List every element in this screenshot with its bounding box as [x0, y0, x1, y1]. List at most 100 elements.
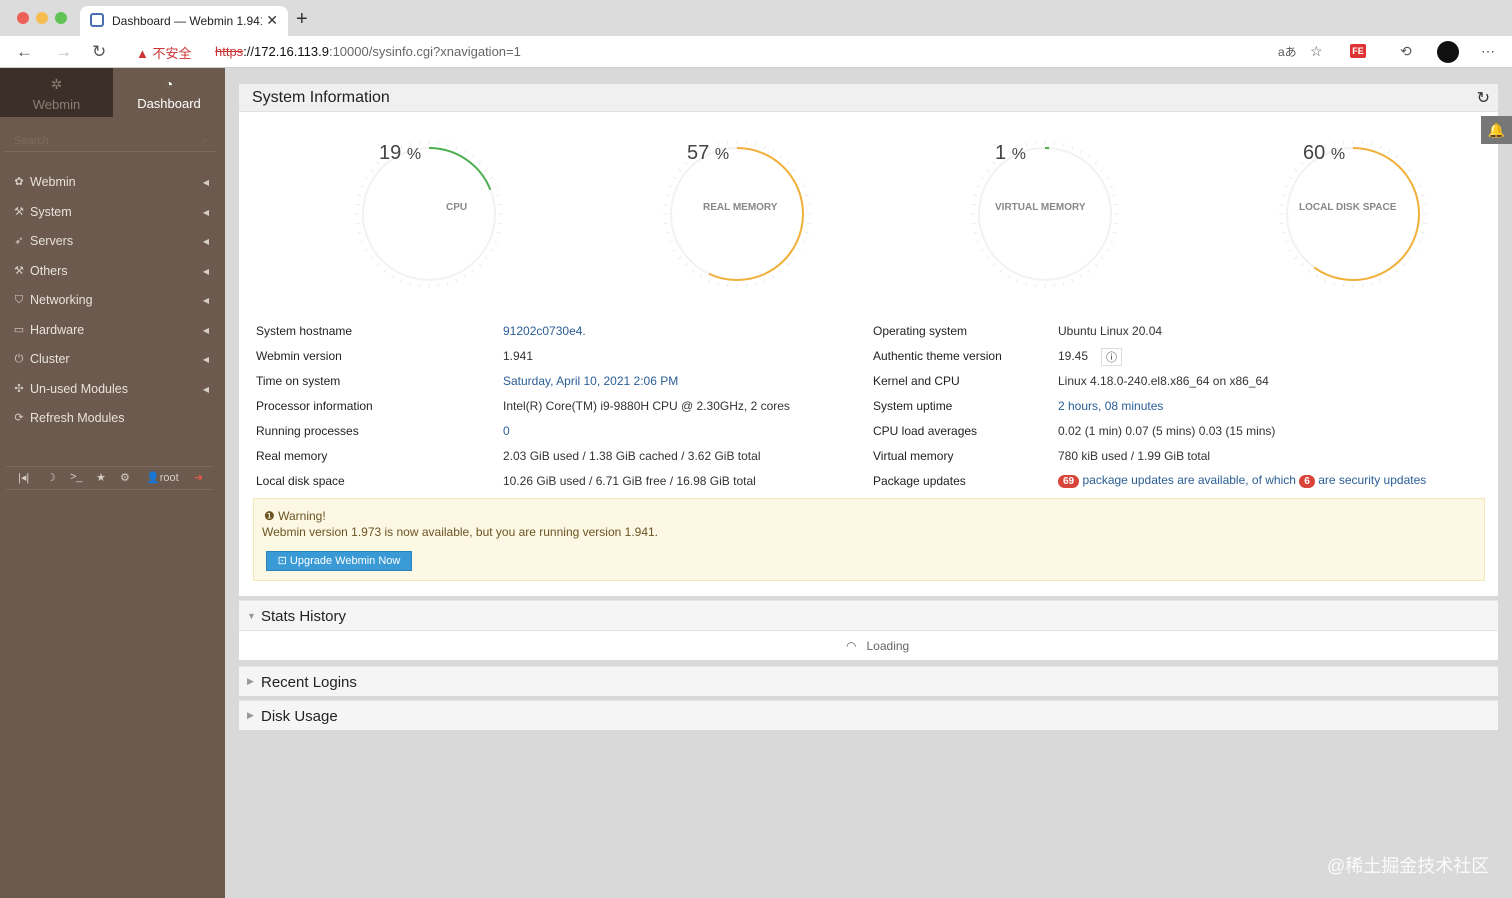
- notification-bell-icon[interactable]: 🔔: [1481, 116, 1512, 144]
- extension-icon[interactable]: FE: [1350, 44, 1366, 58]
- favorites-star-icon[interactable]: ★: [96, 471, 106, 484]
- refresh-icon[interactable]: ↻: [1477, 88, 1490, 108]
- tab-webmin[interactable]: ✲ Webmin: [0, 68, 113, 117]
- sidebar-item-cluster[interactable]: ⏻ Cluster ◀: [0, 345, 225, 374]
- history-icon[interactable]: ⟲: [1400, 43, 1412, 60]
- gauge-tick: [1288, 248, 1293, 252]
- gauge-tick: [493, 185, 498, 188]
- minimize-window-button[interactable]: [36, 12, 48, 24]
- gauge-tick: [1279, 203, 1284, 206]
- info-value-uptime[interactable]: 2 hours, 08 minutes: [1058, 399, 1163, 413]
- gauge-tick: [1071, 278, 1074, 283]
- info-value-kernel: Linux 4.18.0-240.el8.x86_64 on x86_64: [1058, 374, 1269, 388]
- tab-title: Dashboard — Webmin 1.941 on: [112, 14, 262, 28]
- gauge-tick: [1417, 185, 1422, 188]
- info-value-processes[interactable]: 0: [503, 424, 510, 438]
- gauge-tick: [779, 269, 783, 274]
- gauge-tick: [1281, 194, 1286, 197]
- gauge-tick: [360, 185, 365, 188]
- gauge-tick: [786, 263, 790, 267]
- gauge-tick: [677, 256, 682, 260]
- puzzle-icon: ✣: [14, 383, 24, 395]
- section-stats-history[interactable]: ▼ Stats History: [239, 600, 1498, 630]
- user-name: root: [159, 472, 179, 484]
- theme-info-icon[interactable]: ⓘ: [1101, 348, 1122, 366]
- sidebar-item-servers[interactable]: ➶ Servers ◀: [0, 227, 225, 256]
- back-arrow-icon[interactable]: ←: [16, 42, 33, 62]
- forward-arrow-icon[interactable]: →: [55, 42, 72, 62]
- info-label-kernel: Kernel and CPU: [873, 374, 960, 388]
- new-tab-button[interactable]: +: [296, 8, 308, 31]
- refresh-icon: ⟳: [14, 412, 24, 424]
- info-label-time: Time on system: [256, 374, 341, 388]
- gauge-tick: [684, 263, 688, 267]
- collapse-sidebar-icon[interactable]: |◂|: [18, 471, 29, 484]
- profile-avatar[interactable]: [1437, 41, 1459, 63]
- upgrade-button-label: Upgrade Webmin Now: [289, 555, 401, 567]
- warning-text: Webmin version 1.973 is now available, b…: [262, 525, 659, 539]
- gauge-tick: [1413, 248, 1418, 252]
- gauge-tick: [357, 231, 362, 234]
- gauge-tick: [369, 256, 374, 260]
- upgrade-webmin-button[interactable]: ⊡ Upgrade Webmin Now: [266, 551, 412, 571]
- gauge-tick: [801, 240, 806, 243]
- favorite-star-icon[interactable]: ☆: [1310, 43, 1323, 60]
- insecure-warning[interactable]: ▲ 不安全: [136, 43, 192, 62]
- night-mode-icon[interactable]: ☽: [46, 471, 56, 484]
- close-window-button[interactable]: [17, 12, 29, 24]
- sidebar-item-webmin[interactable]: ✿ Webmin ◀: [0, 168, 225, 197]
- update-text-1: package updates are available, of which: [1082, 473, 1296, 487]
- shield-icon: ⛉: [14, 294, 24, 306]
- hammer-icon: ⚒: [14, 265, 24, 277]
- gauge-tick: [437, 140, 440, 145]
- tab-dashboard[interactable]: ◔ Dashboard: [113, 68, 225, 117]
- maximize-window-button[interactable]: [55, 12, 67, 24]
- terminal-icon[interactable]: >_: [70, 471, 83, 483]
- gauge-tick: [496, 231, 501, 234]
- gauge-tick: [985, 256, 990, 260]
- gauge-tick: [745, 283, 748, 288]
- gear-icon: ✿: [14, 176, 24, 188]
- sidebar-item-networking[interactable]: ⛉ Networking ◀: [0, 286, 225, 315]
- sidebar-item-refresh-modules[interactable]: ⟳ Refresh Modules: [0, 404, 225, 433]
- insecure-label: 不安全: [152, 46, 192, 61]
- section-title: Recent Logins: [261, 674, 357, 691]
- url-field[interactable]: https://172.16.113.9:10000/sysinfo.cgi?x…: [215, 44, 521, 59]
- user-menu[interactable]: 👤root: [146, 471, 179, 484]
- gauge-value-unit: %: [406, 146, 422, 163]
- gauge-tick: [672, 248, 677, 252]
- warning-title-text: Warning!: [278, 509, 326, 523]
- logout-icon[interactable]: ➜: [194, 471, 203, 484]
- gauge-tick: [1114, 222, 1119, 225]
- sidebar-item-hardware[interactable]: ▭ Hardware ◀: [0, 316, 225, 345]
- section-disk-usage[interactable]: ▶ Disk Usage: [239, 700, 1498, 730]
- close-tab-icon[interactable]: ✕: [266, 12, 278, 29]
- sidebar-item-unused-modules[interactable]: ✣ Un-used Modules ◀: [0, 375, 225, 404]
- search-input[interactable]: Search ⌕: [4, 130, 216, 152]
- settings-cogs-icon[interactable]: ⚙: [120, 471, 130, 484]
- sidebar-item-others[interactable]: ⚒ Others ◀: [0, 257, 225, 286]
- info-value-time[interactable]: Saturday, April 10, 2021 2:06 PM: [503, 374, 678, 388]
- gauge-tick: [1279, 222, 1284, 225]
- gauge-tick: [400, 278, 403, 283]
- gauge-tick: [1379, 145, 1382, 150]
- info-value-package-updates[interactable]: 69 package updates are available, of whi…: [1058, 473, 1426, 488]
- gauge-tick: [1293, 256, 1298, 260]
- gauge-local-disk-dial: [1279, 140, 1427, 288]
- url-host: ://172.16.113.9: [243, 44, 329, 59]
- sidebar-item-system[interactable]: ⚒ System ◀: [0, 198, 225, 227]
- gauge-tick: [1284, 185, 1289, 188]
- section-recent-logins[interactable]: ▶ Recent Logins: [239, 666, 1498, 696]
- gauge-tick: [771, 149, 775, 154]
- info-value-hostname[interactable]: 91202c0730e4.: [503, 324, 586, 338]
- browser-tab[interactable]: Dashboard — Webmin 1.941 on ✕: [80, 6, 288, 36]
- gauge-tick: [980, 176, 985, 180]
- gauge-tick: [973, 194, 978, 197]
- gauge-tick: [806, 203, 811, 206]
- info-label-disk-space: Local disk space: [256, 474, 345, 488]
- system-info-panel: System Information ↻ 19 % CPU 57 % REAL …: [239, 84, 1498, 596]
- more-menu-icon[interactable]: ⋯: [1481, 43, 1495, 60]
- translate-icon[interactable]: aあ: [1278, 43, 1297, 60]
- info-label-processes: Running processes: [256, 424, 359, 438]
- reload-icon[interactable]: ↻: [92, 42, 106, 62]
